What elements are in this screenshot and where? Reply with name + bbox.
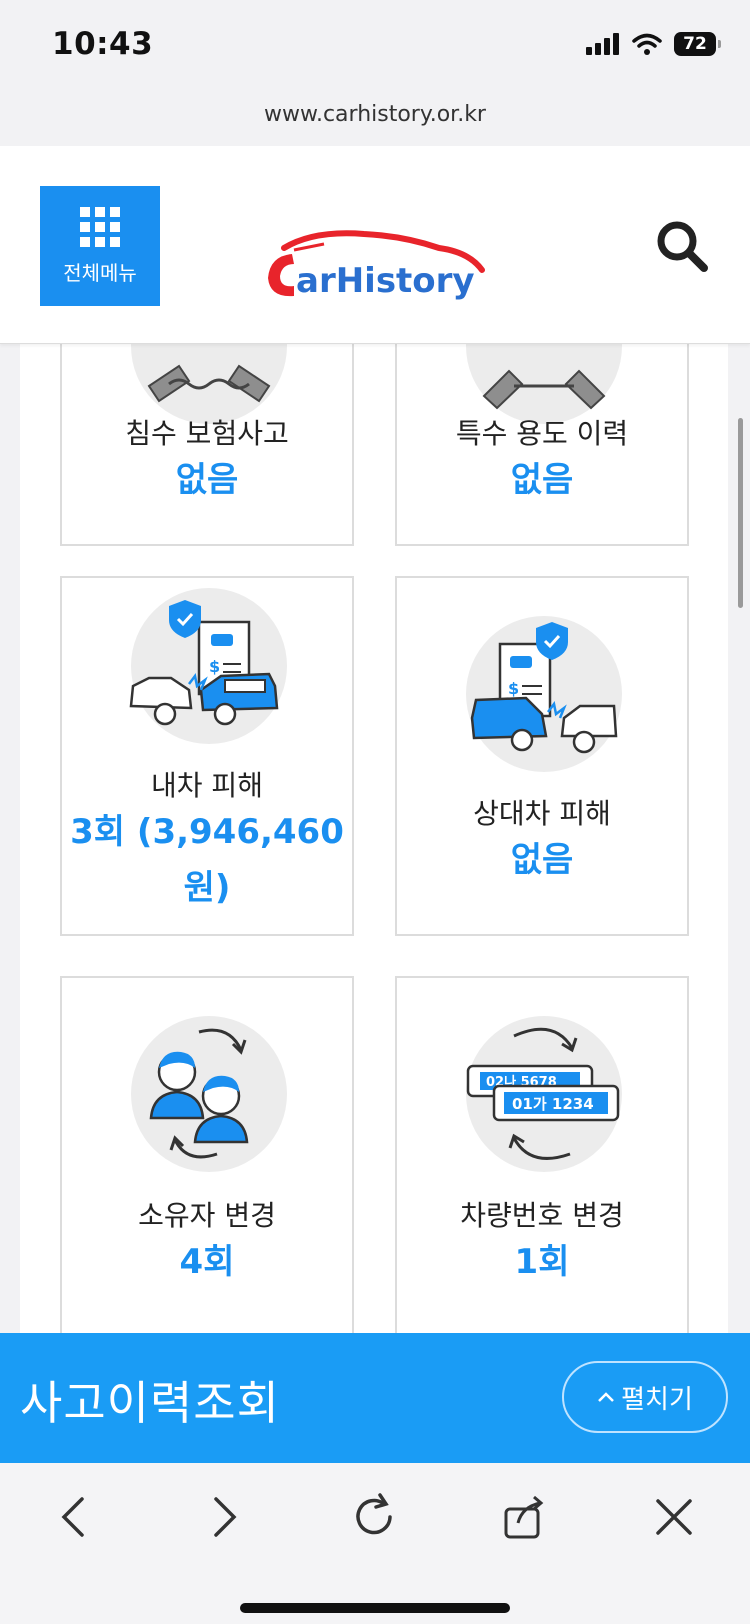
card-owner-change: 소유자 변경 4회 (60, 976, 354, 1334)
owner-change-icon (131, 1016, 287, 1172)
expand-button[interactable]: 펼치기 (562, 1361, 728, 1433)
card-other-car-damage: $ 상대차 피해 없음 (395, 576, 689, 936)
card-value: 없음 (175, 460, 239, 500)
card-label: 침수 보험사고 (125, 417, 289, 450)
card-label: 차량번호 변경 (460, 1199, 624, 1232)
forward-icon[interactable] (194, 1487, 254, 1547)
grid-icon (80, 206, 120, 247)
svg-text:$: $ (209, 657, 220, 676)
content-area: 침수 보험사고 없음 특수 용도 이력 없음 $ 내차 피해 3회 (3,946… (20, 344, 728, 1334)
battery-icon: 72 (674, 32, 721, 56)
search-icon[interactable] (654, 218, 710, 274)
card-label: 소유자 변경 (138, 1199, 276, 1232)
card-special-use: 특수 용도 이력 없음 (395, 344, 689, 546)
card-label: 내차 피해 (151, 769, 263, 802)
card-own-car-damage: $ 내차 피해 3회 (3,946,460 원) (60, 576, 354, 936)
plate-change-icon: 02나 5678 01가 1234 (466, 1016, 622, 1172)
scrollbar[interactable] (738, 418, 743, 608)
status-icons: 72 (586, 32, 721, 56)
card-value-cont: 원) (183, 868, 231, 908)
status-time: 10:43 (52, 26, 154, 62)
reload-icon[interactable] (344, 1487, 404, 1547)
card-value: 1회 (514, 1242, 570, 1282)
other-car-damage-icon: $ (466, 616, 622, 772)
expand-label: 펼치기 (621, 1384, 693, 1415)
accident-history-bar: 사고이력조회 펼치기 (0, 1333, 750, 1463)
carhistory-logo[interactable]: arHistory (254, 226, 494, 306)
card-label: 상대차 피해 (473, 797, 611, 830)
card-value: 없음 (510, 460, 574, 500)
back-icon[interactable] (44, 1487, 104, 1547)
all-menu-label: 전체메뉴 (63, 260, 137, 285)
signal-icon (586, 33, 619, 55)
all-menu-button[interactable]: 전체메뉴 (40, 186, 160, 306)
close-icon[interactable] (644, 1487, 704, 1547)
url-bar[interactable]: www.carhistory.or.kr (0, 92, 750, 146)
share-icon[interactable] (494, 1487, 554, 1547)
card-plate-change: 02나 5678 01가 1234 차량번호 변경 1회 (395, 976, 689, 1334)
site-header: 전체메뉴 arHistory (0, 146, 750, 344)
card-value: 없음 (510, 840, 574, 880)
own-car-damage-icon: $ (129, 588, 287, 744)
status-bar: 10:43 72 (0, 0, 750, 92)
home-indicator (240, 1603, 510, 1613)
logo-text: arHistory (296, 261, 475, 301)
chevron-up-icon (598, 1392, 614, 1402)
accident-history-title: 사고이력조회 (20, 1376, 280, 1430)
wifi-icon (632, 33, 662, 55)
svg-text:$: $ (508, 679, 519, 698)
plate-new: 01가 1234 (512, 1095, 594, 1113)
card-value: 3회 (3,946,460 (70, 812, 344, 852)
browser-toolbar (0, 1463, 750, 1624)
card-value: 4회 (179, 1242, 235, 1282)
card-flood-insurance: 침수 보험사고 없음 (60, 344, 354, 546)
card-label: 특수 용도 이력 (455, 417, 629, 450)
